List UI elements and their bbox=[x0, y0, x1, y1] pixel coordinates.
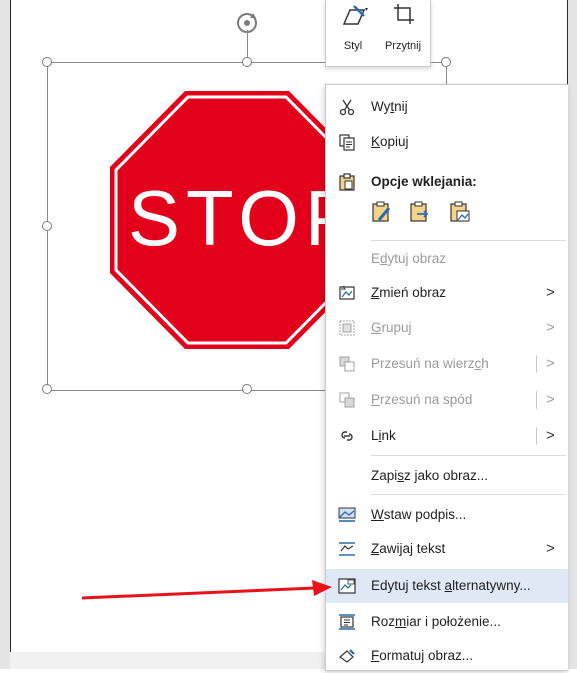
style-brush-icon bbox=[342, 5, 368, 25]
resize-handle-bottom-left[interactable] bbox=[42, 384, 52, 394]
resize-handle-top[interactable] bbox=[242, 57, 252, 67]
paste-keep-format-icon[interactable] bbox=[371, 200, 393, 224]
menu-item-edit-alt-text[interactable]: Edytuj tekst alternatywny... bbox=[326, 569, 568, 603]
menu-separator bbox=[371, 455, 566, 456]
menu-item-group: Grupuj > bbox=[326, 311, 568, 345]
alt-text-icon bbox=[338, 578, 356, 594]
menu-item-format-image[interactable]: Formatuj obraz... bbox=[326, 639, 568, 673]
menu-item-cut[interactable]: Wytnij bbox=[326, 90, 568, 124]
format-image-icon bbox=[339, 649, 355, 663]
submenu-arrow-icon: > bbox=[546, 284, 555, 301]
crop-button[interactable]: Przytnij bbox=[378, 0, 428, 66]
style-label: Styl bbox=[343, 40, 363, 52]
menu-paste-options-header: Opcje wklejania: bbox=[326, 165, 568, 199]
clipboard-icon bbox=[339, 173, 355, 191]
menu-separator bbox=[371, 240, 566, 241]
submenu-arrow-icon: > bbox=[546, 427, 555, 444]
link-icon bbox=[341, 431, 353, 441]
menu-item-edit-image: Edytuj obraz bbox=[371, 251, 447, 266]
split-divider bbox=[536, 355, 537, 373]
window-frame-right bbox=[567, 0, 577, 669]
menu-separator bbox=[371, 494, 566, 495]
window-frame-left bbox=[0, 0, 11, 669]
paste-picture-icon[interactable] bbox=[449, 200, 471, 224]
menu-item-insert-caption[interactable]: Wstaw podpis... bbox=[326, 498, 568, 532]
resize-handle-left[interactable] bbox=[42, 221, 52, 231]
resize-handle-bottom[interactable] bbox=[242, 384, 252, 394]
split-divider bbox=[536, 427, 537, 445]
menu-item-change-image[interactable]: Zmień obraz > bbox=[326, 276, 568, 310]
bring-forward-icon bbox=[339, 356, 355, 372]
menu-item-bring-forward: Przesuń na wierzch > bbox=[326, 347, 568, 381]
size-position-icon bbox=[339, 614, 355, 630]
menu-item-size-position[interactable]: Rozmiar i położenie... bbox=[326, 605, 568, 639]
annotation-arrow-icon bbox=[81, 580, 332, 600]
change-image-icon bbox=[339, 285, 355, 300]
paste-options-row bbox=[371, 200, 521, 230]
copy-icon bbox=[339, 134, 355, 151]
menu-item-wrap-text[interactable]: Zawijaj tekst > bbox=[326, 532, 568, 566]
resize-handle-top-right[interactable] bbox=[441, 57, 451, 67]
context-menu: Wytnij Kopiuj Opcje wklejania: Edytuj ob… bbox=[325, 84, 568, 671]
insert-caption-icon bbox=[338, 507, 356, 522]
submenu-arrow-icon: > bbox=[546, 391, 555, 408]
group-icon bbox=[339, 320, 355, 336]
rotate-connector-line bbox=[247, 30, 248, 58]
paste-merge-icon[interactable] bbox=[409, 200, 431, 224]
menu-item-send-backward: Przesuń na spód > bbox=[326, 383, 568, 417]
crop-label: Przytnij bbox=[384, 40, 422, 52]
mini-toolbar: Styl Przytnij bbox=[325, 0, 431, 67]
menu-item-copy[interactable]: Kopiuj bbox=[326, 125, 568, 159]
split-divider bbox=[536, 391, 537, 409]
menu-item-save-as-image[interactable]: Zapisz jako obraz... bbox=[326, 459, 568, 493]
submenu-arrow-icon: > bbox=[546, 319, 555, 336]
menu-item-link[interactable]: Link > bbox=[326, 419, 568, 453]
submenu-arrow-icon: > bbox=[546, 540, 555, 557]
resize-handle-top-left[interactable] bbox=[42, 57, 52, 67]
crop-icon bbox=[394, 4, 414, 24]
style-button[interactable]: Styl bbox=[328, 0, 378, 66]
submenu-arrow-icon: > bbox=[546, 355, 555, 372]
scissors-icon bbox=[339, 99, 355, 116]
wrap-text-icon bbox=[339, 542, 355, 556]
send-backward-icon bbox=[339, 392, 355, 408]
